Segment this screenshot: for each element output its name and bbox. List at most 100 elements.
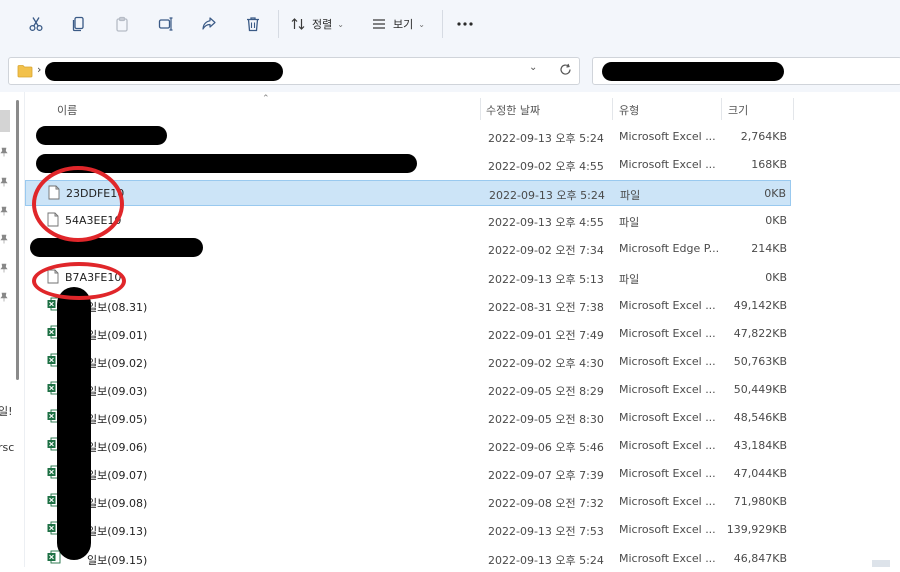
command-bar: 정렬 ⌄ 보기 ⌄ [0, 0, 900, 49]
file-modified-date: 2022-09-13 오후 5:13 [488, 272, 604, 286]
pin-icon [0, 292, 10, 302]
file-type: Microsoft Excel ... [619, 523, 716, 537]
file-name: 일보(08.31) [87, 300, 148, 314]
file-row[interactable]: 일보(09.03) 2022-09-05 오전 8:29 Microsoft Exc… [25, 377, 791, 403]
pin-icon [0, 147, 10, 157]
file-size: 139,929KB [726, 523, 787, 537]
nav-item-label[interactable]: 일! [0, 403, 13, 419]
file-modified-date: 2022-08-31 오전 7:38 [488, 300, 604, 314]
file-type: 파일 [619, 272, 640, 286]
file-row[interactable]: 일보(09.06) 2022-09-06 오후 5:46 Microsoft Exc… [25, 433, 791, 459]
file-modified-date: 2022-09-13 오후 5:24 [488, 553, 604, 567]
file-row[interactable]: 일보(09.13) 2022-09-13 오전 7:53 Microsoft Exc… [25, 517, 791, 543]
navigation-pane [0, 92, 25, 567]
file-modified-date: 2022-09-13 오전 7:53 [488, 525, 604, 539]
refresh-icon[interactable] [559, 63, 572, 79]
file-size: 0KB [765, 270, 787, 284]
search-input[interactable] [592, 57, 900, 85]
file-row[interactable]: 일보(09.07) 2022-09-07 오후 7:39 Microsoft Exc… [25, 461, 791, 487]
sort-icon [291, 18, 305, 30]
column-header-name[interactable]: 이름 [57, 102, 77, 118]
chevron-down-icon[interactable]: ⌄ [529, 62, 537, 73]
nav-selected-item[interactable] [0, 110, 10, 132]
file-name: 일보(09.05) [87, 413, 148, 426]
view-button[interactable]: 보기 ⌄ [371, 12, 425, 36]
file-row[interactable]: 일보(09.01) 2022-09-01 오전 7:49 Microsoft Exc… [25, 321, 791, 347]
file-size: 48,546KB [733, 411, 787, 424]
file-size: 43,184KB [733, 439, 787, 453]
file-row[interactable]: 일보(09.08) 2022-09-08 오전 7:32 Microsoft Exc… [25, 489, 791, 515]
column-header-modified[interactable]: 수정한 날짜 [486, 102, 540, 118]
file-size: 46,847KB [733, 551, 787, 565]
redacted-search [602, 62, 784, 81]
file-row[interactable]: 일보(09.05) 2022-09-05 오전 8:30 Microsoft Exc… [25, 405, 791, 431]
nav-scrollbar[interactable] [16, 100, 19, 380]
redaction-mark [36, 126, 167, 145]
file-modified-date: 2022-09-08 오전 7:32 [488, 497, 604, 511]
file-type: Microsoft Excel ... [619, 551, 716, 565]
folder-icon [17, 64, 33, 81]
file-name: 일보(09.02) [87, 356, 148, 370]
pin-icon [0, 234, 10, 244]
file-type: Microsoft Excel ... [619, 354, 716, 368]
file-size: 0KB [764, 187, 786, 201]
file-row[interactable]: 23DDFE10 2022-09-13 오후 5:24 파일 0KB [25, 180, 791, 207]
file-name: 일보(09.15) [87, 553, 148, 567]
redacted-path [45, 62, 283, 81]
file-modified-date: 2022-09-05 오전 8:29 [488, 384, 604, 398]
file-type: Microsoft Excel ... [619, 158, 716, 172]
sort-button[interactable]: 정렬 ⌄ [290, 12, 344, 36]
file-size: 50,763KB [733, 354, 787, 368]
file-row[interactable]: 일보(09.15) 2022-09-13 오후 5:24 Microsoft Exc… [25, 546, 791, 572]
file-size: 0KB [765, 214, 787, 228]
file-type: Microsoft Excel ... [619, 411, 716, 424]
paste-icon[interactable] [110, 12, 134, 36]
file-modified-date: 2022-09-02 오전 7:34 [488, 244, 604, 258]
column-divider[interactable] [612, 98, 613, 120]
share-icon[interactable] [197, 12, 221, 36]
file-name: 일보(09.06) [87, 441, 148, 455]
address-row: › ⌄ [0, 48, 900, 92]
view-label: 보기 [393, 18, 414, 31]
file-modified-date: 2022-09-01 오전 7:49 [488, 328, 604, 342]
file-row[interactable]: 54A3EE10 2022-09-13 오후 4:55 파일 0KB [25, 208, 791, 234]
column-divider[interactable] [793, 98, 794, 120]
file-type: 파일 [620, 189, 641, 203]
file-size: 71,980KB [733, 495, 787, 509]
view-icon [373, 19, 385, 29]
breadcrumb-chevron-icon: › [37, 63, 42, 76]
rename-icon[interactable] [154, 12, 178, 36]
file-row[interactable]: B7A3FE10 2022-09-13 오후 5:13 파일 0KB [25, 265, 791, 291]
chevron-down-icon: ⌄ [418, 19, 425, 29]
sort-label: 정렬 [312, 18, 333, 31]
cut-icon[interactable] [24, 12, 48, 36]
nav-item-label[interactable]: rsc [0, 441, 14, 454]
file-size: 168KB [751, 158, 787, 172]
column-header-type[interactable]: 유형 [619, 102, 639, 118]
file-modified-date: 2022-09-13 오후 5:24 [488, 132, 604, 145]
file-type: 파일 [619, 216, 640, 230]
file-type: Microsoft Excel ... [619, 382, 716, 396]
file-name: 일보(09.13) [87, 525, 148, 539]
file-type: Microsoft Excel ... [619, 326, 716, 340]
file-size: 47,044KB [733, 467, 787, 481]
toolbar-divider [442, 10, 443, 38]
file-modified-date: 2022-09-05 오전 8:30 [488, 413, 604, 426]
file-name: 일보(09.08) [87, 497, 148, 511]
column-divider[interactable] [721, 98, 722, 120]
file-size: 47,822KB [733, 326, 787, 340]
file-modified-date: 2022-09-13 오후 4:55 [488, 216, 604, 230]
address-bar[interactable]: › ⌄ [8, 57, 580, 85]
copy-icon[interactable] [67, 12, 91, 36]
column-divider[interactable] [480, 98, 481, 120]
file-row[interactable]: 일보(09.02) 2022-09-02 오후 4:30 Microsoft Exc… [25, 349, 791, 375]
file-row[interactable]: 일보(08.31) 2022-08-31 오전 7:38 Microsoft Exc… [25, 293, 791, 319]
column-header-size[interactable]: 크기 [728, 102, 748, 118]
file-modified-date: 2022-09-07 오후 7:39 [488, 469, 604, 483]
file-type: Microsoft Excel ... [619, 467, 716, 481]
scrollbar-corner [872, 560, 890, 567]
file-type: Microsoft Excel ... [619, 495, 716, 509]
more-options-icon[interactable] [454, 12, 476, 36]
pin-icon [0, 177, 10, 187]
delete-icon[interactable] [241, 12, 265, 36]
